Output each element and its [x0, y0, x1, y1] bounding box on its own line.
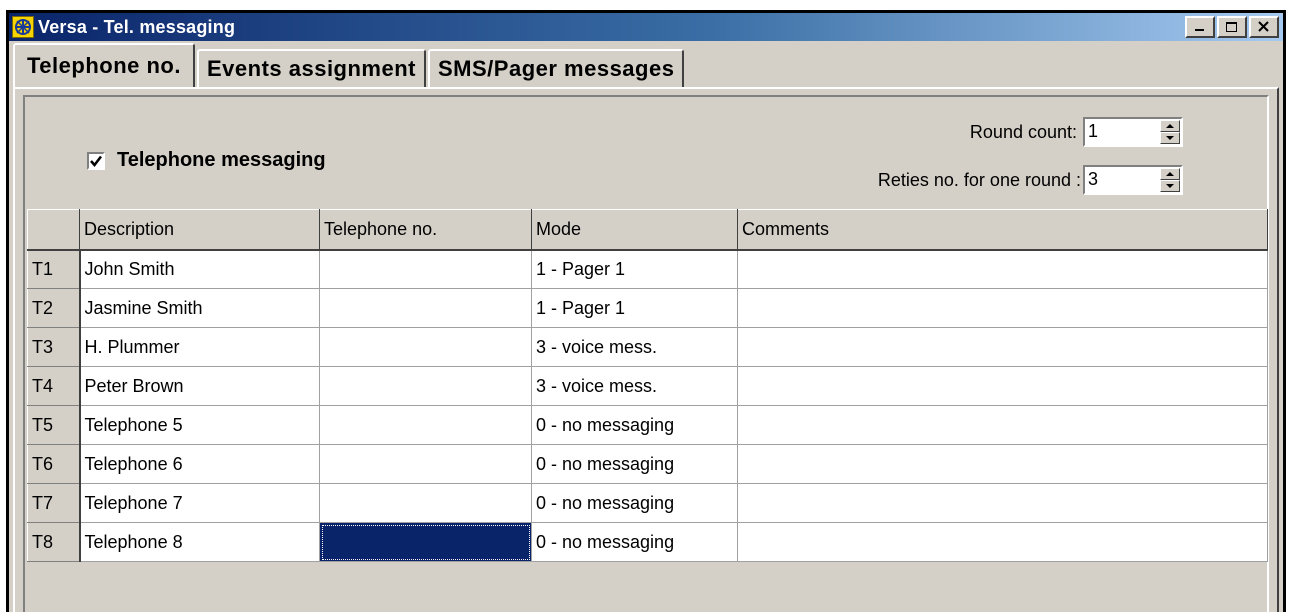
- arrow-down-icon: [1166, 184, 1174, 188]
- row-header[interactable]: T1: [27, 249, 81, 289]
- row-header[interactable]: T2: [27, 288, 81, 328]
- row-header[interactable]: T5: [27, 405, 81, 445]
- description-cell[interactable]: Telephone 6: [79, 444, 320, 484]
- comments-cell[interactable]: [737, 366, 1268, 406]
- tab-telephone-no[interactable]: Telephone no.: [13, 43, 195, 87]
- mode-cell[interactable]: 1 - Pager 1: [531, 288, 738, 328]
- comments-cell[interactable]: [737, 288, 1268, 328]
- close-icon: [1258, 21, 1269, 32]
- retries-label: Reties no. for one round :: [877, 169, 1081, 190]
- arrow-up-icon: [1166, 124, 1174, 128]
- description-cell[interactable]: Telephone 8: [79, 522, 320, 562]
- telephone-cell[interactable]: [319, 483, 532, 523]
- table-row[interactable]: T8 Telephone 8 0 - no messaging: [27, 522, 1268, 562]
- row-header[interactable]: T8: [27, 522, 81, 562]
- comments-cell[interactable]: [737, 522, 1268, 562]
- window-controls: [1185, 16, 1279, 38]
- minimize-icon: [1195, 29, 1204, 31]
- checkmark-icon: [90, 155, 102, 167]
- tab-events-assignment[interactable]: Events assignment: [196, 49, 426, 87]
- table-row[interactable]: T2 Jasmine Smith 1 - Pager 1: [27, 288, 1268, 328]
- telephone-messaging-label: Telephone messaging: [117, 149, 326, 171]
- tab-panel: Telephone messaging Round count: 1 Retie…: [13, 87, 1279, 612]
- messaging-window: Versa - Tel. messaging Telephone no. Eve…: [6, 10, 1286, 612]
- mode-cell[interactable]: 0 - no messaging: [531, 483, 738, 523]
- description-cell[interactable]: John Smith: [79, 249, 320, 289]
- retries-value[interactable]: 3: [1088, 169, 1098, 190]
- mode-cell[interactable]: 1 - Pager 1: [531, 249, 738, 289]
- column-header-description[interactable]: Description: [79, 209, 320, 251]
- table-row[interactable]: T7 Telephone 7 0 - no messaging: [27, 483, 1268, 523]
- telephone-cell[interactable]: [319, 249, 532, 289]
- telephone-messaging-option[interactable]: Telephone messaging: [87, 149, 326, 172]
- minimize-button[interactable]: [1185, 16, 1215, 38]
- round-count-row: Round count: 1: [970, 117, 1183, 147]
- round-count-up-button[interactable]: [1160, 120, 1180, 132]
- row-header[interactable]: T4: [27, 366, 81, 406]
- versa-app-icon: [12, 16, 34, 38]
- title-bar[interactable]: Versa - Tel. messaging: [9, 13, 1283, 41]
- tab-sms-pager-messages[interactable]: SMS/Pager messages: [428, 49, 685, 87]
- round-count-value[interactable]: 1: [1088, 121, 1098, 142]
- arrow-up-icon: [1166, 172, 1174, 176]
- mode-cell[interactable]: 3 - voice mess.: [531, 327, 738, 367]
- column-header-mode[interactable]: Mode: [531, 209, 738, 251]
- mode-cell[interactable]: 3 - voice mess.: [531, 366, 738, 406]
- round-count-spinner[interactable]: 1: [1083, 117, 1183, 147]
- retries-down-button[interactable]: [1160, 180, 1180, 192]
- description-cell[interactable]: Telephone 5: [79, 405, 320, 445]
- maximize-button[interactable]: [1217, 16, 1247, 38]
- table-row[interactable]: T4 Peter Brown 3 - voice mess.: [27, 366, 1268, 406]
- table-row[interactable]: T3 H. Plummer 3 - voice mess.: [27, 327, 1268, 367]
- comments-cell[interactable]: [737, 327, 1268, 367]
- round-count-label: Round count:: [969, 121, 1077, 142]
- retries-spin-buttons: [1160, 168, 1180, 192]
- row-header[interactable]: T7: [27, 483, 81, 523]
- telephone-cell[interactable]: [319, 288, 532, 328]
- comments-cell[interactable]: [737, 444, 1268, 484]
- comments-cell[interactable]: [737, 483, 1268, 523]
- description-cell[interactable]: H. Plummer: [79, 327, 320, 367]
- table-row[interactable]: T5 Telephone 5 0 - no messaging: [27, 405, 1268, 445]
- retries-up-button[interactable]: [1160, 168, 1180, 180]
- window-title: Versa - Tel. messaging: [38, 16, 236, 37]
- comments-cell[interactable]: [737, 405, 1268, 445]
- telephone-cell[interactable]: [319, 405, 532, 445]
- telephone-cell-selected[interactable]: [319, 522, 532, 562]
- maximize-icon: [1226, 22, 1237, 32]
- retries-spinner[interactable]: 3: [1083, 165, 1183, 195]
- round-count-down-button[interactable]: [1160, 132, 1180, 144]
- telephone-grid: Description Telephone no. Mode Comments …: [27, 209, 1268, 562]
- comments-cell[interactable]: [737, 249, 1268, 289]
- column-header-comments[interactable]: Comments: [737, 209, 1268, 251]
- description-cell[interactable]: Peter Brown: [79, 366, 320, 406]
- column-header-telephone-no[interactable]: Telephone no.: [319, 209, 532, 251]
- telephone-cell[interactable]: [319, 444, 532, 484]
- row-header[interactable]: T3: [27, 327, 81, 367]
- telephone-messaging-checkbox[interactable]: [87, 151, 105, 170]
- telephone-cell[interactable]: [319, 366, 532, 406]
- mode-cell[interactable]: 0 - no messaging: [531, 444, 738, 484]
- mode-cell[interactable]: 0 - no messaging: [531, 405, 738, 445]
- tab-strip: Telephone no. Events assignment SMS/Page…: [13, 43, 685, 87]
- settings-panel: Telephone messaging Round count: 1 Retie…: [23, 95, 1269, 612]
- description-cell[interactable]: Jasmine Smith: [79, 288, 320, 328]
- close-button[interactable]: [1249, 16, 1279, 38]
- table-row[interactable]: T6 Telephone 6 0 - no messaging: [27, 444, 1268, 484]
- description-cell[interactable]: Telephone 7: [79, 483, 320, 523]
- table-row[interactable]: T1 John Smith 1 - Pager 1: [27, 249, 1268, 289]
- arrow-down-icon: [1166, 136, 1174, 140]
- retries-row: Reties no. for one round : 3: [878, 165, 1183, 195]
- round-count-spin-buttons: [1160, 120, 1180, 144]
- grid-header-row: Description Telephone no. Mode Comments: [27, 209, 1268, 251]
- grid-corner-header[interactable]: [27, 209, 80, 251]
- row-header[interactable]: T6: [27, 444, 81, 484]
- telephone-cell[interactable]: [319, 327, 532, 367]
- mode-cell[interactable]: 0 - no messaging: [531, 522, 738, 562]
